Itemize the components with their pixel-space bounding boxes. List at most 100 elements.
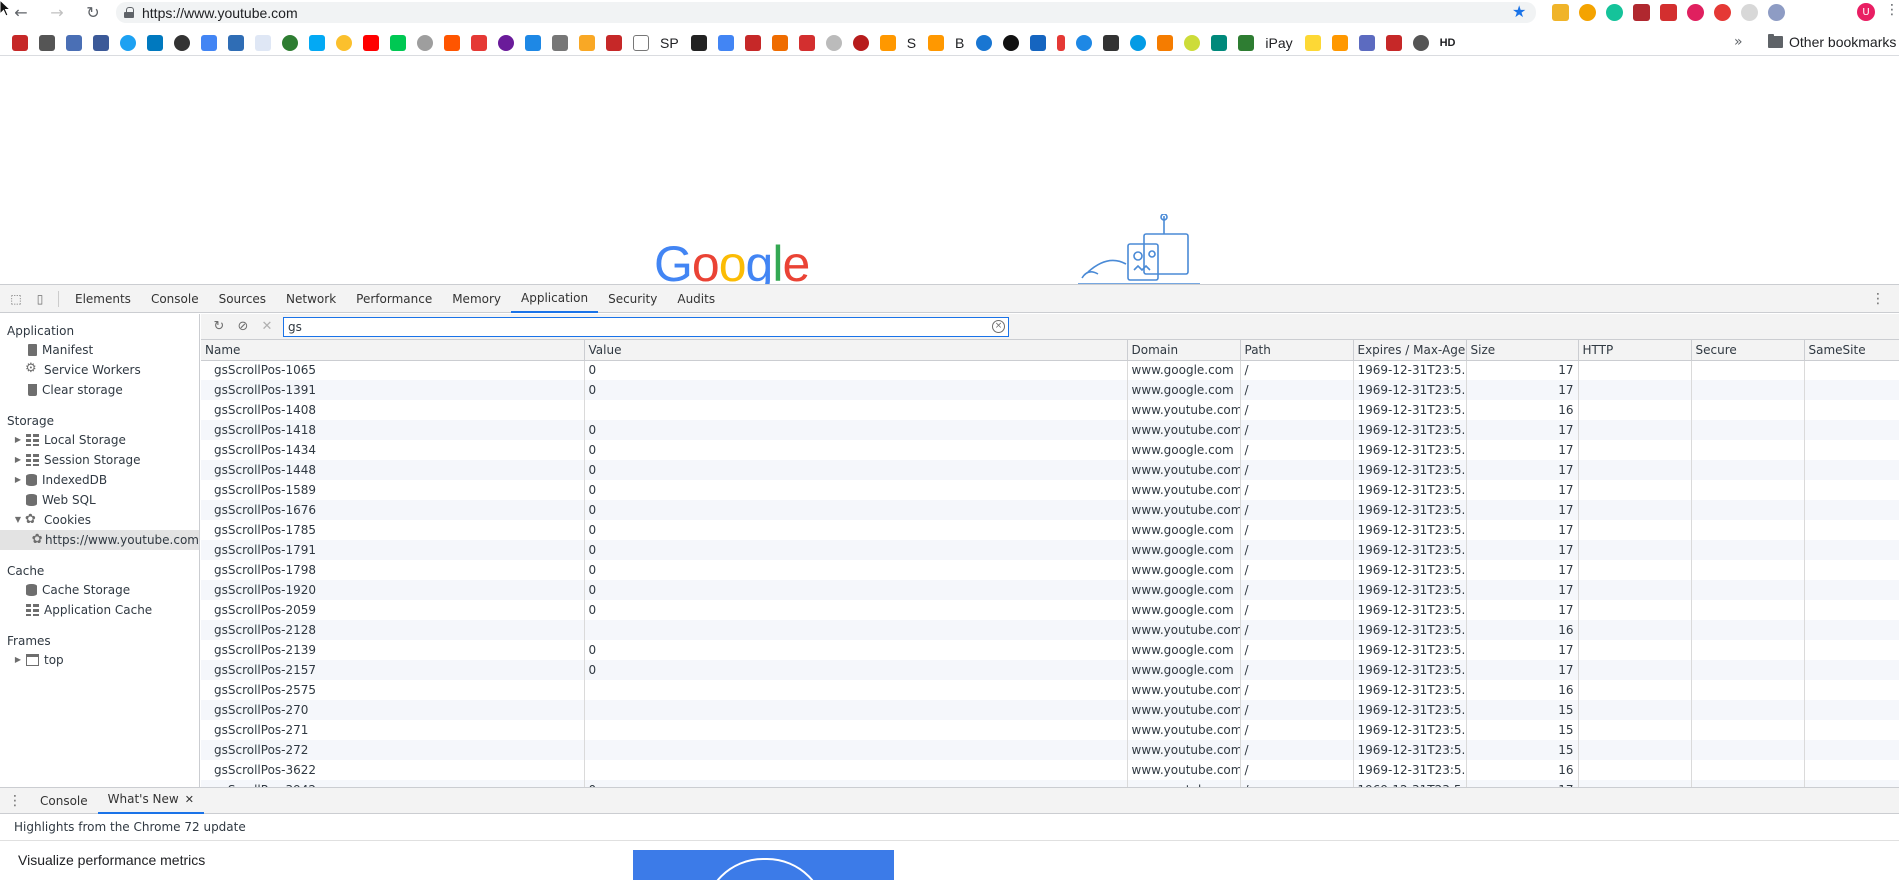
devtools-menu-icon[interactable]: ⋮ — [1871, 291, 1885, 307]
sidebar-item-cache-storage[interactable]: Cache Storage — [0, 580, 199, 600]
extension-icon[interactable] — [1687, 4, 1704, 21]
sidebar-item-manifest[interactable]: Manifest — [0, 340, 199, 360]
cookie-filter-input[interactable] — [288, 319, 968, 334]
whats-new-item-title[interactable]: Visualize performance metrics — [18, 852, 205, 868]
github-icon[interactable] — [1003, 35, 1020, 51]
expand-arrow-icon[interactable]: ▶ — [12, 450, 24, 470]
table-row[interactable]: gsScrollPos-1785 0 www.google.com/1969-12-… — [201, 520, 1899, 540]
sidebar-item-indexeddb[interactable]: ▶ IndexedDB — [0, 470, 199, 490]
sidebar-item-cookie-origin[interactable]: https://www.youtube.com — [0, 530, 199, 550]
drawer-tab-console[interactable]: Console — [30, 788, 98, 814]
back-button[interactable]: ← — [10, 0, 32, 24]
bookmark-icon[interactable] — [552, 35, 568, 51]
sidebar-item-session-storage[interactable]: ▶ Session Storage — [0, 450, 199, 470]
bookmarks-overflow-icon[interactable]: » — [1734, 34, 1743, 50]
bookmark-icon[interactable] — [1238, 35, 1255, 51]
reload-button[interactable]: ↻ — [82, 0, 104, 24]
clear-filter-icon[interactable]: × — [992, 319, 1005, 333]
facebook-icon[interactable] — [93, 35, 109, 51]
sidebar-item-clear-storage[interactable]: Clear storage — [0, 380, 199, 400]
expand-arrow-icon[interactable]: ▶ — [12, 430, 24, 450]
sidebar-item-application-cache[interactable]: Application Cache — [0, 600, 199, 620]
bookmark-icon[interactable] — [471, 35, 487, 51]
refresh-cookies-button[interactable]: ↻ — [207, 316, 231, 338]
bookmark-star-icon[interactable]: ★ — [1512, 2, 1526, 21]
bookmark-icon[interactable] — [690, 35, 707, 51]
column-header[interactable]: SameSite — [1803, 340, 1899, 361]
column-header[interactable]: Secure — [1690, 340, 1804, 361]
inspect-element-button[interactable]: ⬚ — [4, 285, 28, 313]
bookmark-label[interactable]: iPay — [1265, 35, 1292, 51]
bookmark-icon[interactable] — [174, 35, 190, 51]
table-row[interactable]: gsScrollPos-3622 www.youtube.com/1969-12-… — [201, 760, 1899, 780]
sidebar-item-service-workers[interactable]: Service Workers — [0, 359, 199, 380]
cookie-filter[interactable]: × — [283, 316, 1009, 337]
bookmark-label[interactable]: B — [955, 35, 964, 51]
podcast-icon[interactable] — [417, 35, 433, 51]
tab-elements[interactable]: Elements — [65, 285, 141, 313]
bookmark-icon[interactable] — [1211, 35, 1228, 51]
device-toolbar-button[interactable]: ▯ — [28, 285, 52, 313]
tab-network[interactable]: Network — [276, 285, 346, 313]
table-row[interactable]: gsScrollPos-1418 0 www.youtube.com/1969-12… — [201, 420, 1899, 440]
extension-icon[interactable] — [1552, 4, 1569, 21]
column-header[interactable]: HTTP — [1577, 340, 1691, 361]
sidebar-item-cookies[interactable]: ▼Cookies — [0, 510, 199, 530]
drawer-tab-whats-new[interactable]: What's New ✕ — [97, 788, 204, 814]
bookmark-icon[interactable] — [336, 35, 352, 51]
bookmark-icon[interactable] — [309, 35, 325, 51]
sidebar-item-local-storage[interactable]: ▶ Local Storage — [0, 430, 199, 450]
table-row[interactable]: gsScrollPos-1920 0 www.google.com/1969-12-… — [201, 580, 1899, 600]
tab-security[interactable]: Security — [598, 285, 667, 313]
tab-sources[interactable]: Sources — [209, 285, 276, 313]
bookmark-icon[interactable] — [1358, 35, 1375, 51]
table-row[interactable]: gsScrollPos-1408 www.youtube.com/1969-12-… — [201, 400, 1899, 420]
bookmark-icon[interactable] — [1130, 35, 1147, 51]
table-row[interactable]: gsScrollPos-2575 www.youtube.com/1969-12-… — [201, 680, 1899, 700]
bookmark-icon[interactable] — [498, 35, 514, 51]
extension-icon[interactable] — [1633, 4, 1650, 21]
column-header[interactable]: Expires / Max-Age — [1352, 340, 1466, 361]
table-row[interactable]: gsScrollPos-1065 0 www.google.com/1969-12-… — [201, 360, 1899, 380]
bookmark-icon[interactable] — [12, 35, 28, 51]
table-row[interactable]: gsScrollPos-1448 0 www.youtube.com/1969-12… — [201, 460, 1899, 480]
bookmark-icon[interactable] — [228, 35, 244, 51]
bookmark-icon[interactable] — [1030, 35, 1047, 51]
play-store-icon[interactable] — [390, 35, 406, 51]
column-header[interactable]: Value — [583, 340, 1127, 361]
column-header[interactable]: Path — [1239, 340, 1353, 361]
bookmark-icon[interactable] — [976, 35, 993, 51]
bookmark-label[interactable]: SP — [660, 35, 679, 51]
other-bookmarks-folder[interactable]: Other bookmarks — [1768, 34, 1896, 50]
table-row[interactable]: gsScrollPos-1798 0 www.google.com/1969-12-… — [201, 560, 1899, 580]
document-icon[interactable] — [633, 35, 649, 51]
table-row[interactable]: gsScrollPos-2128 www.youtube.com/1969-12-… — [201, 620, 1899, 640]
table-row[interactable]: gsScrollPos-2139 0 www.google.com/1969-12-… — [201, 640, 1899, 660]
column-header[interactable]: Name — [201, 340, 584, 361]
bookmark-icon[interactable] — [525, 35, 541, 51]
bookmark-label[interactable]: HD — [1440, 37, 1456, 49]
table-row[interactable]: gsScrollPos-2059 0 www.google.com/1969-12-… — [201, 600, 1899, 620]
extension-icon[interactable] — [1741, 4, 1758, 21]
bookmark-icon[interactable] — [1304, 35, 1321, 51]
table-row[interactable]: gsScrollPos-1434 0 www.google.com/1969-12-… — [201, 440, 1899, 460]
table-row[interactable]: gsScrollPos-1791 0 www.google.com/1969-12-… — [201, 540, 1899, 560]
trello-icon[interactable] — [147, 35, 163, 51]
bookmark-icon[interactable] — [744, 35, 761, 51]
table-row[interactable]: gsScrollPos-39420www.youtube.com/1969-12… — [201, 780, 1899, 787]
bookmark-icon[interactable] — [1057, 35, 1066, 51]
expand-arrow-icon[interactable]: ▶ — [12, 470, 24, 490]
extension-icon[interactable] — [1579, 4, 1596, 21]
tab-memory[interactable]: Memory — [442, 285, 511, 313]
expand-arrow-icon[interactable]: ▶ — [12, 650, 24, 670]
bookmark-icon[interactable] — [825, 35, 842, 51]
tab-application[interactable]: Application — [511, 284, 599, 313]
bookmark-label[interactable]: S — [907, 35, 916, 51]
bookmark-icon[interactable] — [1412, 35, 1429, 51]
bookmark-icon[interactable] — [1157, 35, 1174, 51]
bookmark-icon[interactable] — [1076, 35, 1093, 51]
column-header[interactable]: Size — [1465, 340, 1578, 361]
table-row[interactable]: gsScrollPos-2157 0 www.google.com/1969-12-… — [201, 660, 1899, 680]
bookmark-icon[interactable] — [606, 35, 622, 51]
bookmark-icon[interactable] — [879, 35, 896, 51]
